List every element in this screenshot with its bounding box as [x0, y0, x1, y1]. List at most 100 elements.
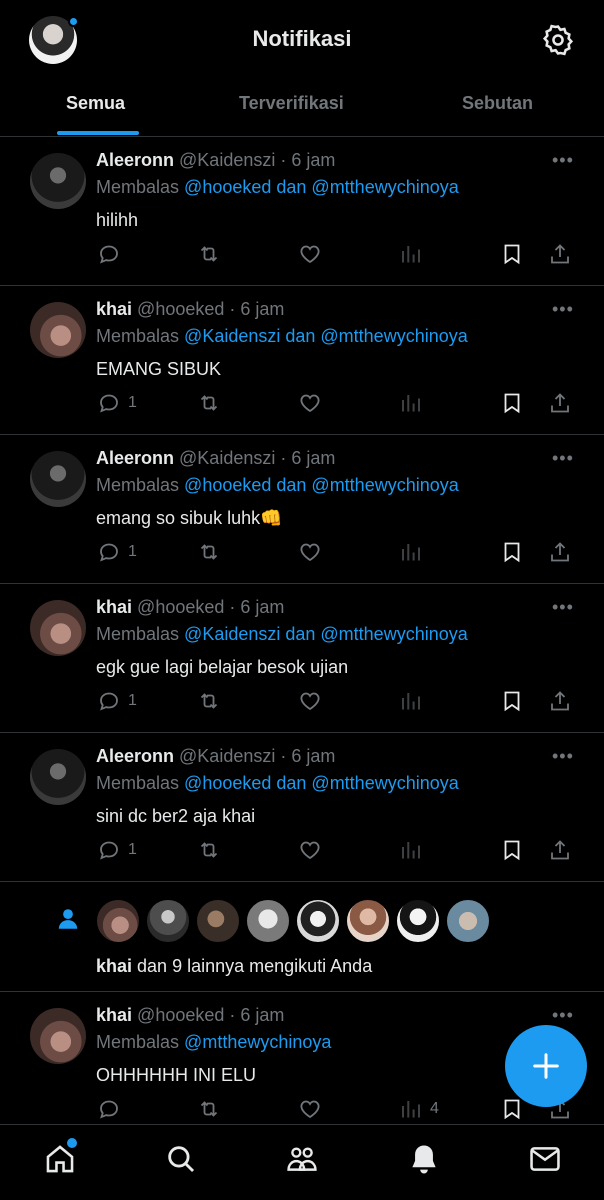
avatar[interactable]	[30, 302, 86, 358]
page-title: Notifikasi	[252, 26, 352, 51]
retweet-button[interactable]	[197, 537, 221, 567]
more-options-icon[interactable]: •••	[552, 1005, 574, 1026]
analytics-icon	[402, 395, 420, 412]
like-button[interactable]	[298, 835, 322, 865]
reply-mentions[interactable]: @Kaidenszi dan @mtthewychinoya	[184, 624, 468, 644]
display-name[interactable]: khai	[96, 597, 132, 617]
share-button[interactable]	[548, 239, 572, 269]
reply-mentions[interactable]: @mtthewychinoya	[184, 1032, 331, 1052]
notification-item[interactable]: khai @hooeked · 6 jam ••• Membalas @Kaid…	[0, 584, 604, 733]
follow-notification[interactable]: khai dan 9 lainnya mengikuti Anda	[0, 882, 604, 992]
views-button[interactable]: 4	[399, 1094, 439, 1124]
follower-avatar[interactable]	[246, 899, 290, 943]
reply-mentions[interactable]: @hooeked dan @mtthewychinoya	[184, 773, 459, 793]
share-button[interactable]	[548, 388, 572, 418]
reply-button[interactable]	[97, 1094, 128, 1124]
reply-button[interactable]: 1	[97, 388, 137, 418]
retweet-button[interactable]	[197, 1094, 221, 1124]
bookmark-button[interactable]	[500, 835, 524, 865]
display-name[interactable]: khai	[96, 299, 132, 319]
views-button[interactable]	[399, 686, 430, 716]
analytics-icon	[402, 246, 420, 263]
avatar[interactable]	[30, 451, 86, 507]
follower-name[interactable]: khai	[96, 956, 132, 976]
like-button[interactable]	[298, 537, 322, 567]
display-name[interactable]: Aleeronn	[96, 746, 174, 766]
retweet-button[interactable]	[197, 686, 221, 716]
retweet-button[interactable]	[197, 239, 221, 269]
reply-prefix: Membalas	[96, 326, 180, 346]
views-button[interactable]	[399, 388, 430, 418]
avatar[interactable]	[30, 153, 86, 209]
reply-mentions[interactable]: @hooeked dan @mtthewychinoya	[184, 475, 459, 495]
more-options-icon[interactable]: •••	[552, 597, 574, 618]
settings-gear-icon[interactable]	[541, 23, 575, 57]
like-button[interactable]	[298, 686, 322, 716]
follower-avatar[interactable]	[146, 899, 190, 943]
compose-button[interactable]	[505, 1025, 587, 1107]
follower-avatar[interactable]	[196, 899, 240, 943]
notification-item[interactable]: Aleeronn @Kaidenszi · 6 jam ••• Membalas…	[0, 137, 604, 286]
share-button[interactable]	[548, 537, 572, 567]
share-button[interactable]	[548, 686, 572, 716]
person-follow-icon	[55, 906, 81, 932]
reply-prefix: Membalas	[96, 624, 180, 644]
notification-item[interactable]: khai @hooeked · 6 jam ••• Membalas @Kaid…	[0, 286, 604, 435]
display-name[interactable]: khai	[96, 1005, 132, 1025]
avatar[interactable]	[30, 600, 86, 656]
tab-terverifikasi[interactable]: Terverifikasi	[239, 93, 344, 114]
display-name[interactable]: Aleeronn	[96, 150, 174, 170]
views-button[interactable]	[399, 239, 430, 269]
reply-button[interactable]: 1	[97, 686, 137, 716]
notification-feed: Aleeronn @Kaidenszi · 6 jam ••• Membalas…	[0, 137, 604, 1141]
avatar[interactable]	[30, 749, 86, 805]
avatar[interactable]	[30, 1008, 86, 1064]
retweet-button[interactable]	[197, 388, 221, 418]
messages-mail-icon[interactable]	[528, 1142, 562, 1176]
notification-item[interactable]: Aleeronn @Kaidenszi · 6 jam ••• Membalas…	[0, 733, 604, 882]
reply-icon	[100, 692, 118, 711]
tweet-text: hilihh	[96, 210, 139, 230]
more-options-icon[interactable]: •••	[552, 746, 574, 767]
bookmark-button[interactable]	[500, 686, 524, 716]
reply-count: 1	[128, 543, 137, 560]
reply-count: 1	[128, 841, 137, 858]
reply-context: Membalas @mtthewychinoya	[96, 1032, 331, 1053]
follower-avatar[interactable]	[346, 899, 390, 943]
communities-icon[interactable]	[285, 1142, 319, 1176]
reply-mentions[interactable]: @hooeked dan @mtthewychinoya	[184, 177, 459, 197]
more-options-icon[interactable]: •••	[552, 448, 574, 469]
tab-semua[interactable]: Semua	[66, 93, 125, 114]
follower-avatar[interactable]	[96, 899, 140, 943]
display-name[interactable]: Aleeronn	[96, 448, 174, 468]
handle: @hooeked	[137, 1005, 225, 1025]
share-button[interactable]	[548, 835, 572, 865]
like-button[interactable]	[298, 1094, 322, 1124]
notifications-bell-icon[interactable]	[407, 1142, 441, 1176]
more-options-icon[interactable]: •••	[552, 299, 574, 320]
share-icon	[551, 393, 569, 413]
retweet-button[interactable]	[197, 835, 221, 865]
views-button[interactable]	[399, 835, 430, 865]
reply-button[interactable]: 1	[97, 537, 137, 567]
like-button[interactable]	[298, 388, 322, 418]
notification-item[interactable]: Aleeronn @Kaidenszi · 6 jam ••• Membalas…	[0, 435, 604, 584]
more-options-icon[interactable]: •••	[552, 150, 574, 171]
follower-avatar[interactable]	[296, 899, 340, 943]
reply-context: Membalas @Kaidenszi dan @mtthewychinoya	[96, 624, 468, 645]
retweet-icon	[200, 693, 218, 709]
search-icon[interactable]	[164, 1142, 198, 1176]
bookmark-button[interactable]	[500, 239, 524, 269]
heart-icon	[300, 1100, 320, 1119]
follower-avatar[interactable]	[396, 899, 440, 943]
reply-mentions[interactable]: @Kaidenszi dan @mtthewychinoya	[184, 326, 468, 346]
tweet-header: khai @hooeked · 6 jam	[96, 1005, 284, 1026]
tab-sebutan[interactable]: Sebutan	[462, 93, 533, 114]
views-button[interactable]	[399, 537, 430, 567]
follower-avatar[interactable]	[446, 899, 490, 943]
reply-button[interactable]: 1	[97, 835, 137, 865]
reply-button[interactable]	[97, 239, 128, 269]
bookmark-button[interactable]	[500, 537, 524, 567]
like-button[interactable]	[298, 239, 322, 269]
bookmark-button[interactable]	[500, 388, 524, 418]
